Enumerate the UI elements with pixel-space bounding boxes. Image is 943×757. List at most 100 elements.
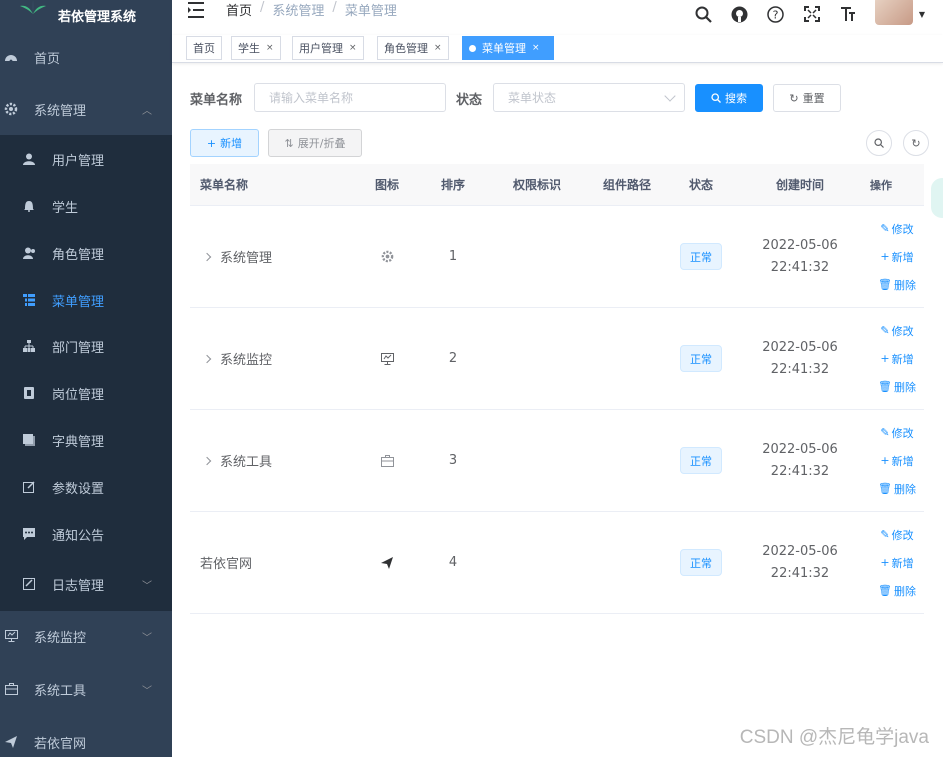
sidebar-item-users[interactable]: 用户管理 bbox=[0, 147, 172, 171]
edit-button[interactable]: ✎ 修改 bbox=[880, 221, 913, 237]
expand-arrow-icon[interactable] bbox=[202, 252, 212, 261]
sidebar-item-notice[interactable]: 通知公告 bbox=[0, 522, 172, 546]
fullscreen-icon[interactable] bbox=[803, 5, 821, 23]
delete-button[interactable]: 🗑 删除 bbox=[878, 379, 916, 395]
tag-student[interactable]: 学生 × bbox=[231, 36, 281, 60]
sidebar-item-monitor[interactable]: 系统监控 ﹀ bbox=[0, 624, 172, 648]
post-icon bbox=[22, 386, 36, 400]
refresh-icon: ↻ bbox=[789, 91, 799, 105]
bell-icon bbox=[22, 199, 36, 213]
main-area: 首页 / 系统管理 / 菜单管理 ? ▼ 首页 学生 × 用户管理 × 角色管理… bbox=[172, 0, 943, 757]
table-row: 系统工具 3 正常 2022-05-06 22:41:32 ✎ 修改 + 新增 🗑 删除 bbox=[190, 410, 924, 512]
font-size-icon[interactable] bbox=[839, 5, 857, 23]
delete-label: 删除 bbox=[893, 584, 916, 598]
status-badge: 正常 bbox=[680, 549, 722, 576]
add-child-button[interactable]: + 新增 bbox=[880, 555, 913, 571]
close-icon[interactable]: × bbox=[532, 43, 540, 53]
add-child-button[interactable]: + 新增 bbox=[880, 249, 913, 265]
github-icon[interactable] bbox=[731, 5, 749, 23]
th-perms: 权限标识 bbox=[512, 178, 561, 192]
tag-roles[interactable]: 角色管理 × bbox=[377, 36, 449, 60]
expand-arrow-icon[interactable] bbox=[202, 456, 212, 465]
user-icon bbox=[22, 152, 36, 166]
monitor-icon bbox=[4, 629, 18, 643]
sidebar-item-tool[interactable]: 系统工具 ﹀ bbox=[0, 677, 172, 701]
create-time: 22:41:32 bbox=[770, 463, 830, 479]
create-date: 2022-05-06 bbox=[762, 339, 838, 355]
reset-button[interactable]: ↻ 重置 bbox=[773, 84, 841, 112]
hamburger-icon[interactable] bbox=[188, 2, 204, 18]
expand-arrow-icon[interactable] bbox=[202, 354, 212, 363]
sidebar-item-logs[interactable]: 日志管理 ﹀ bbox=[0, 572, 172, 596]
tag-menus[interactable]: 菜单管理 × bbox=[462, 36, 554, 60]
delete-label: 删除 bbox=[893, 482, 916, 496]
sidebar-item-label: 菜单管理 bbox=[52, 294, 105, 310]
delete-button[interactable]: 🗑 删除 bbox=[878, 277, 916, 293]
sidebar-item-system[interactable]: 系统管理 ︿ bbox=[0, 97, 172, 121]
sidebar-item-depts[interactable]: 部门管理 bbox=[0, 334, 172, 358]
app-title: 若依管理系统 bbox=[58, 9, 137, 25]
menu-name: 系统工具 bbox=[220, 455, 273, 470]
plus-icon: + bbox=[880, 454, 890, 467]
add-child-button[interactable]: + 新增 bbox=[880, 453, 913, 469]
search-button-label: 搜索 bbox=[725, 92, 747, 105]
sidebar-item-label: 通知公告 bbox=[52, 528, 105, 544]
table-row: 系统监控 2 正常 2022-05-06 22:41:32 ✎ 修改 + 新增 🗑 删除 bbox=[190, 308, 924, 410]
tag-label: 角色管理 bbox=[384, 42, 428, 55]
search-button[interactable]: 搜索 bbox=[695, 84, 763, 112]
edit-label: 修改 bbox=[891, 222, 914, 236]
chevron-down-icon: ﹀ bbox=[142, 685, 152, 697]
menu-name-input[interactable]: 请输入菜单名称 bbox=[254, 83, 446, 112]
sidebar-item-label: 系统管理 bbox=[34, 103, 87, 119]
dict-icon bbox=[22, 433, 36, 447]
logo[interactable]: 若依管理系统 bbox=[0, 0, 172, 30]
toggle-search-button[interactable] bbox=[866, 130, 892, 156]
add-child-button[interactable]: + 新增 bbox=[880, 351, 913, 367]
delete-button[interactable]: 🗑 删除 bbox=[878, 583, 916, 599]
th-component: 组件路径 bbox=[602, 178, 651, 192]
edit-button[interactable]: ✎ 修改 bbox=[880, 323, 913, 339]
sidebar-item-label: 部门管理 bbox=[52, 340, 105, 356]
plus-icon: + bbox=[880, 352, 890, 365]
search-icon[interactable] bbox=[695, 5, 713, 23]
edit-button[interactable]: ✎ 修改 bbox=[880, 527, 913, 543]
sidebar-item-label: 日志管理 bbox=[52, 578, 105, 594]
active-dot bbox=[469, 44, 476, 52]
sort-value: 2 bbox=[448, 351, 458, 366]
close-icon[interactable]: × bbox=[266, 43, 274, 53]
refresh-button[interactable]: ↻ bbox=[903, 130, 929, 156]
sort-icon: ⇅ bbox=[284, 136, 294, 150]
search-icon bbox=[874, 138, 884, 148]
delete-button[interactable]: 🗑 删除 bbox=[878, 481, 916, 497]
side-handle[interactable] bbox=[931, 178, 943, 218]
caret-down-icon[interactable]: ▼ bbox=[919, 10, 925, 19]
sort-value: 4 bbox=[448, 555, 458, 570]
breadcrumb-home[interactable]: 首页 bbox=[226, 0, 252, 19]
sidebar-item-home[interactable]: 首页 bbox=[0, 45, 172, 69]
sidebar-item-posts[interactable]: 岗位管理 bbox=[0, 381, 172, 405]
add-label: 新增 bbox=[891, 250, 914, 264]
close-icon[interactable]: × bbox=[434, 43, 442, 53]
sidebar-item-roles[interactable]: 角色管理 bbox=[0, 241, 172, 265]
edit-button[interactable]: ✎ 修改 bbox=[880, 425, 913, 441]
add-button[interactable]: + 新增 bbox=[190, 129, 259, 157]
sidebar-item-dict[interactable]: 字典管理 bbox=[0, 428, 172, 452]
add-label: 新增 bbox=[891, 352, 914, 366]
question-icon[interactable]: ? bbox=[767, 5, 785, 23]
sidebar-item-menus[interactable]: 菜单管理 bbox=[0, 288, 172, 312]
log-icon bbox=[22, 577, 36, 591]
message-icon bbox=[22, 527, 36, 541]
sidebar-item-label: 字典管理 bbox=[52, 434, 105, 450]
tag-users[interactable]: 用户管理 × bbox=[292, 36, 364, 60]
avatar[interactable] bbox=[874, 0, 913, 25]
status-select[interactable]: 菜单状态 bbox=[493, 83, 685, 112]
sidebar-item-student[interactable]: 学生 bbox=[0, 194, 172, 218]
sidebar-item-config[interactable]: 参数设置 bbox=[0, 475, 172, 499]
tag-home[interactable]: 首页 bbox=[186, 36, 222, 60]
sidebar-item-website[interactable]: 若依官网 bbox=[0, 730, 172, 754]
close-icon[interactable]: × bbox=[349, 43, 357, 53]
tag-label: 学生 bbox=[238, 42, 260, 55]
reset-button-label: 重置 bbox=[802, 92, 825, 105]
status-badge: 正常 bbox=[680, 447, 722, 474]
expand-collapse-button[interactable]: ⇅ 展开/折叠 bbox=[268, 129, 362, 157]
